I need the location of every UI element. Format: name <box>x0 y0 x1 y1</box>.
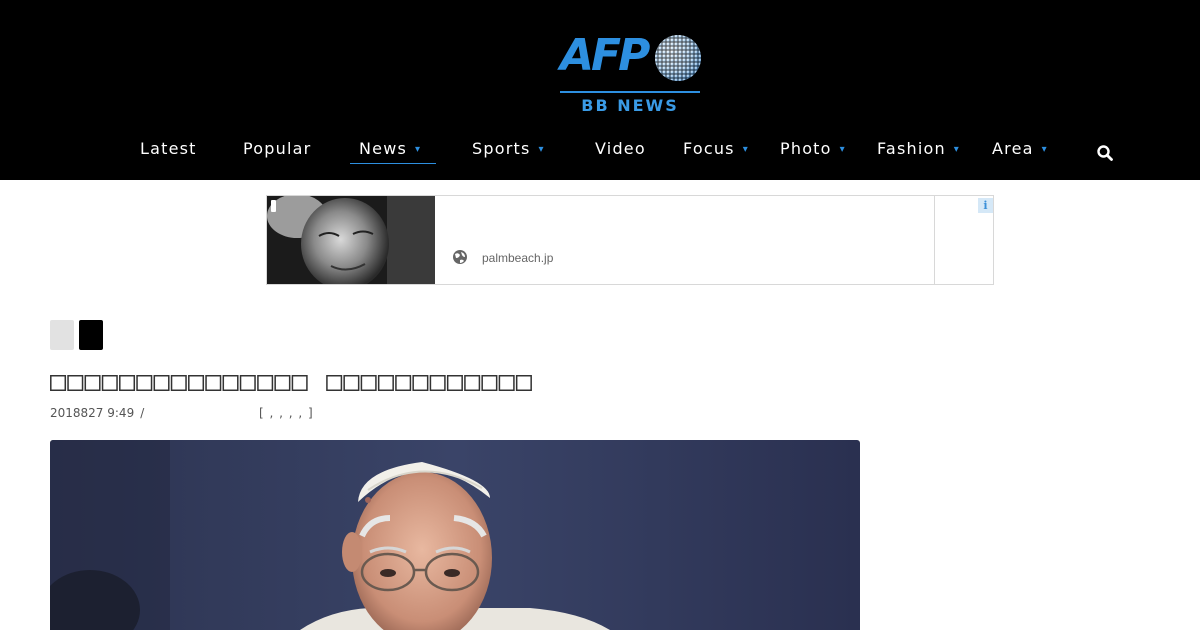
nav-item-sports[interactable]: Sports ▾ <box>472 136 545 164</box>
nav-item-label: Area <box>992 139 1034 158</box>
nav-item-label: Focus <box>683 139 735 158</box>
globe-icon <box>453 250 467 264</box>
nav-item-label: Latest <box>140 139 197 158</box>
nav-item-area[interactable]: Area ▾ <box>992 136 1048 164</box>
chevron-down-icon: ▾ <box>415 144 422 155</box>
search-icon[interactable] <box>1096 144 1114 162</box>
article-meta: 2018827 9:49 / [ , , , , ] <box>50 406 313 420</box>
afp-bb-news-logo[interactable]: AFP BB NEWS <box>558 28 702 120</box>
chevron-down-icon: ▾ <box>839 144 846 155</box>
nav-item-label: Sports <box>472 139 531 158</box>
share-button-dark[interactable] <box>79 320 103 350</box>
nav-item-label: News <box>359 139 408 158</box>
chevron-down-icon: ▾ <box>953 144 961 155</box>
article-date: 2018827 9:49 <box>50 406 135 420</box>
main-navigation: Latest Popular News ▾ Sports ▾ Video Focus… <box>0 136 1200 166</box>
nav-item-label: Popular <box>243 139 312 158</box>
article-photo <box>50 440 860 630</box>
nav-item-label: Video <box>595 139 646 158</box>
logo-divider <box>560 91 700 93</box>
ad-image[interactable] <box>267 196 435 284</box>
ad-photo <box>267 196 435 284</box>
nav-item-popular[interactable]: Popular <box>243 136 311 164</box>
adchoices-icon[interactable]: i <box>978 198 993 213</box>
logo-wordmark: AFP <box>560 30 650 81</box>
site-header: AFP BB NEWS Latest Popular News ▾ Sports… <box>0 0 1200 180</box>
nav-item-focus[interactable]: Focus ▾ <box>683 136 749 164</box>
meta-separator: / <box>140 406 145 420</box>
nav-item-label: Photo <box>780 139 832 158</box>
dotted-globe-icon <box>655 35 701 81</box>
nav-item-fashion[interactable]: Fashion ▾ <box>877 136 960 164</box>
nav-item-label: Fashion <box>877 139 946 158</box>
article-photo-image <box>50 440 860 630</box>
share-button-light[interactable] <box>50 320 74 350</box>
article-title: □□□□□□□□□□□□□□□ □□□□□□□□□□□□ <box>50 366 534 397</box>
article-tags[interactable]: [ , , , , ] <box>259 406 314 420</box>
chevron-down-icon: ▾ <box>1041 144 1048 155</box>
ad-divider <box>934 196 935 284</box>
logo-subtitle: BB NEWS <box>581 96 679 115</box>
ad-marker <box>271 200 276 212</box>
advertisement-banner[interactable]: palmbeach.jp i <box>266 195 994 285</box>
nav-item-video[interactable]: Video <box>595 136 646 164</box>
nav-item-photo[interactable]: Photo ▾ <box>780 136 846 164</box>
nav-item-latest[interactable]: Latest <box>140 136 197 164</box>
chevron-down-icon: ▾ <box>742 144 749 155</box>
nav-item-news[interactable]: News ▾ <box>350 136 436 164</box>
chevron-down-icon: ▾ <box>538 144 545 155</box>
ad-domain[interactable]: palmbeach.jp <box>482 251 553 265</box>
